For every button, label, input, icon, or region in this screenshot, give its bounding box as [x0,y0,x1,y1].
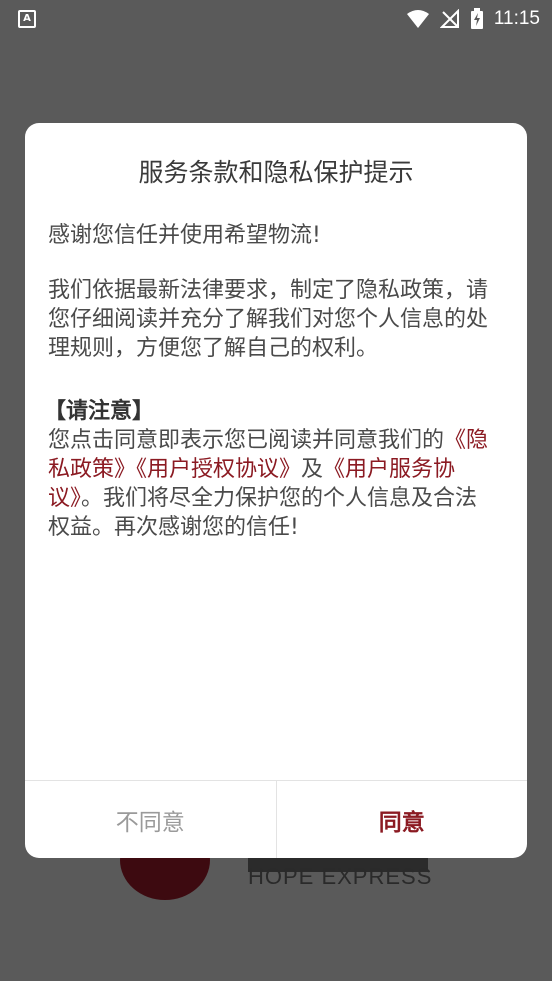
disagree-button[interactable]: 不同意 [25,781,277,858]
user-authorization-link[interactable]: 《用户授权协议》 [136,457,301,482]
policy-paragraph: 我们依据最新法律要求，制定了隐私政策，请您仔细阅读并充分了解我们对您个人信息的处… [48,278,489,361]
notice-suffix: 。我们将尽全力保护您的个人信息及合法权益。再次感谢您的信任! [48,486,478,540]
dialog-footer: 不同意 同意 [25,780,527,858]
greeting-text: 感谢您信任并使用希望物流! [48,223,321,248]
connector-and: 及 [301,457,324,482]
agree-button[interactable]: 同意 [277,781,528,858]
notice-paragraph: 您点击同意即表示您已阅读并同意我们的《隐私政策》《用户授权协议》及《用户服务协议… [48,426,498,542]
privacy-dialog: 服务条款和隐私保护提示 感谢您信任并使用希望物流! 我们依据最新法律要求，制定了… [25,123,527,858]
app-notification-icon: A [18,10,36,28]
clock: 11:15 [493,8,540,29]
status-icons: 11:15 [406,6,540,32]
notice-prefix: 您点击同意即表示您已阅读并同意我们的 [48,428,445,453]
dialog-body: 感谢您信任并使用希望物流! 我们依据最新法律要求，制定了隐私政策，请您仔细阅读并… [44,221,498,542]
logo-brand-text: HOPE EXPRESS [248,864,433,889]
battery-charging-icon [470,8,483,29]
wifi-icon [406,10,429,28]
status-bar: A 11:15 [0,0,552,38]
notice-heading: 【请注意】 [44,399,155,424]
no-signal-icon [439,9,459,28]
dialog-title: 服务条款和隐私保护提示 [138,158,414,187]
